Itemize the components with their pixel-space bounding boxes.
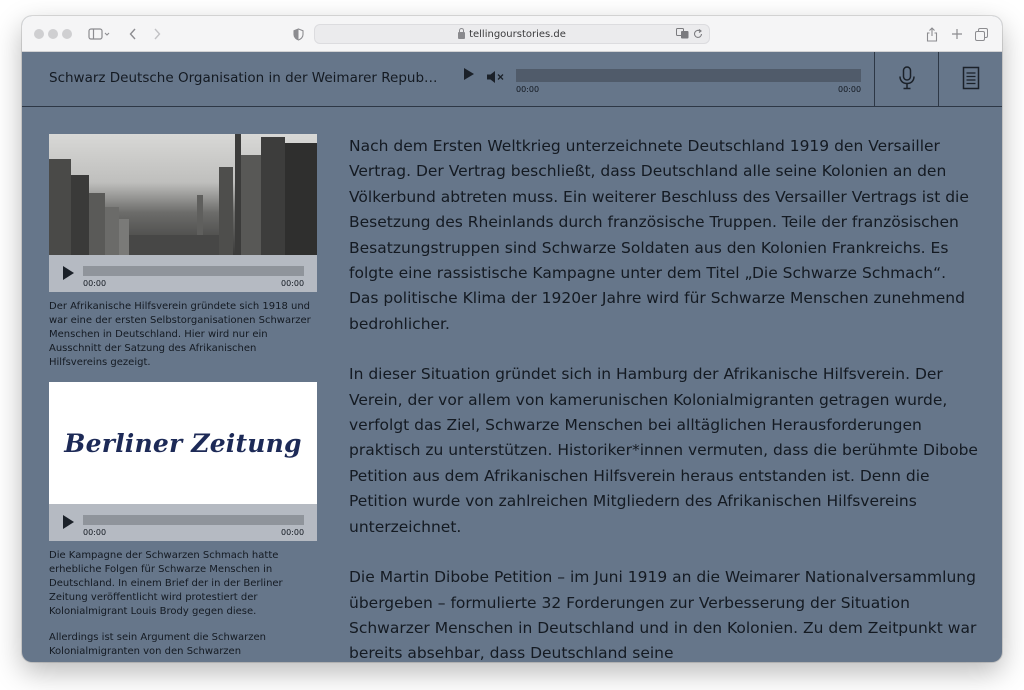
media-2-caption: Die Kampagne der Schwarzen Schmach hatte… — [49, 550, 283, 617]
document-icon — [962, 66, 980, 94]
lock-icon — [458, 27, 466, 39]
media-2-time-total: 00:00 — [281, 528, 305, 537]
media-1-time-total: 00:00 — [281, 279, 305, 288]
article-paragraph: Die Martin Dibobe Petition – im Juni 191… — [349, 568, 977, 662]
microphone-button[interactable] — [874, 52, 938, 107]
minimize-window-button[interactable] — [48, 29, 58, 39]
media-player-2: 00:00 00:00 — [49, 504, 317, 541]
media-player-1: 00:00 00:00 — [49, 255, 317, 292]
address-bar[interactable]: tellingourstories.de — [314, 24, 710, 44]
url-text: tellingourstories.de — [469, 28, 566, 40]
media-2-play-button[interactable] — [63, 515, 74, 529]
logo-text: Berliner Zeitung — [64, 428, 302, 458]
forward-icon[interactable] — [150, 25, 164, 43]
microphone-icon — [898, 65, 916, 94]
privacy-shield-icon[interactable] — [291, 25, 305, 43]
audio-player-header: Schwarz Deutsche Organisation in der Wei… — [22, 52, 1002, 107]
media-1-caption: Der Afrikanische Hilfsverein gründete si… — [49, 301, 311, 368]
media-card-logo: Berliner Zeitung 00:00 00:00 — [49, 382, 317, 541]
browser-toolbar: tellingourstories.de — [22, 16, 1002, 52]
back-icon[interactable] — [126, 25, 140, 43]
translate-icon[interactable] — [676, 28, 689, 42]
time-current: 00:00 — [516, 85, 540, 94]
tab-overview-icon[interactable] — [973, 25, 989, 43]
media-card-photo: 00:00 00:00 — [49, 134, 317, 292]
episode-title: Schwarz Deutsche Organisation in der Wei… — [49, 70, 438, 86]
media-sidebar: 00:00 00:00 Der Afrikanische Hilfsverein… — [49, 134, 317, 662]
play-button[interactable] — [464, 68, 474, 80]
transcript-button[interactable] — [938, 52, 1002, 107]
media-1-progress-track[interactable] — [83, 266, 304, 276]
article-body: Nach dem Ersten Weltkrieg unterzeichnete… — [349, 134, 979, 662]
article-paragraph: In dieser Situation gründet sich in Hamb… — [349, 365, 978, 536]
reload-icon[interactable] — [693, 29, 703, 42]
progress-track[interactable] — [516, 69, 861, 82]
article-paragraph: Nach dem Ersten Weltkrieg unterzeichnete… — [349, 137, 969, 333]
new-tab-icon[interactable] — [949, 25, 965, 43]
media-1-time-current: 00:00 — [83, 279, 107, 288]
historic-hamburg-photo — [49, 134, 317, 255]
berliner-zeitung-logo: Berliner Zeitung — [49, 382, 317, 504]
browser-window: tellingourstories.de Schwarz Deutsche Or… — [22, 16, 1002, 662]
sidebar-toggle-icon[interactable] — [86, 25, 112, 43]
media-2-caption-continued: Allerdings ist sein Argument die Schwarz… — [49, 632, 267, 657]
mute-icon[interactable] — [486, 69, 506, 85]
time-total: 00:00 — [838, 85, 862, 94]
share-icon[interactable] — [924, 25, 940, 43]
zoom-window-button[interactable] — [62, 29, 72, 39]
media-1-play-button[interactable] — [63, 266, 74, 280]
close-window-button[interactable] — [34, 29, 44, 39]
media-2-progress-track[interactable] — [83, 515, 304, 525]
media-2-time-current: 00:00 — [83, 528, 107, 537]
